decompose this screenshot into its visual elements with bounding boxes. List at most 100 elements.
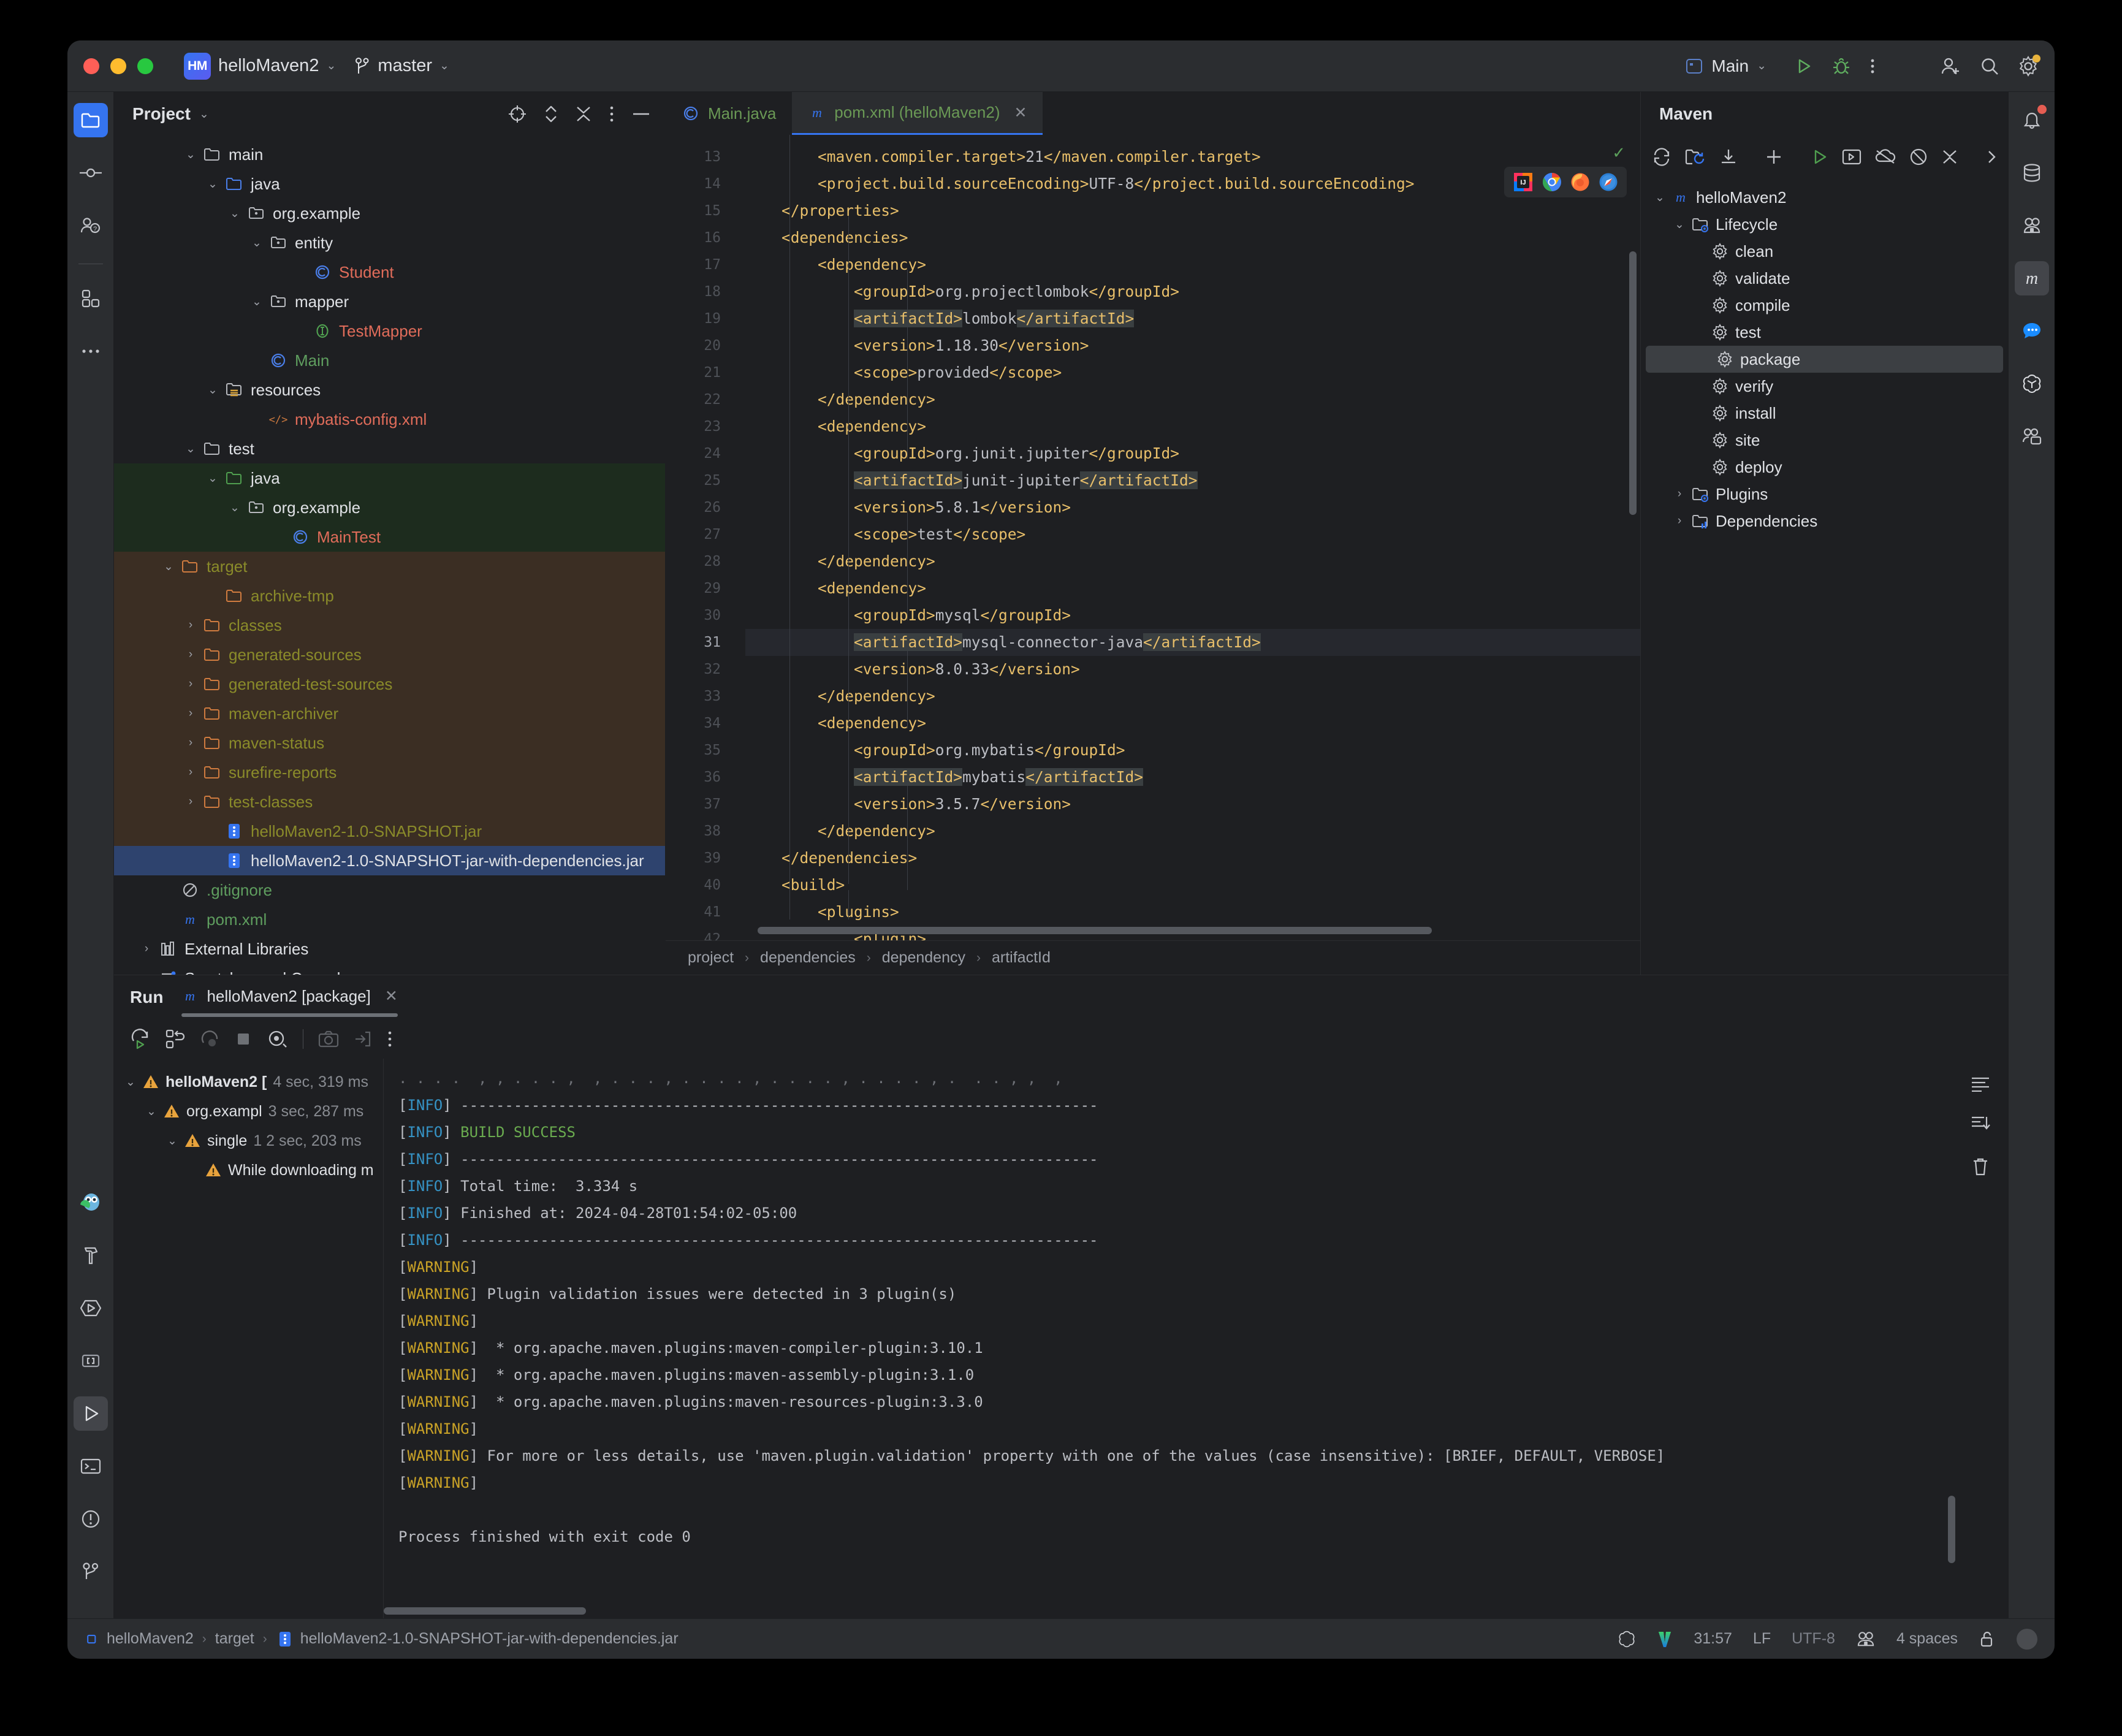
sidebar-item-run-anything[interactable]: [74, 1291, 108, 1325]
add-icon[interactable]: [1765, 148, 1783, 166]
tree-item-resources[interactable]: ⌄ resources: [114, 375, 665, 405]
sidebar-item-chat[interactable]: [2015, 314, 2049, 348]
expand-collapse-icon[interactable]: [544, 104, 558, 124]
sidebar-item-build[interactable]: [74, 1238, 108, 1273]
browser-preview-toolbar[interactable]: IJ: [1504, 167, 1627, 197]
search-icon[interactable]: [1980, 56, 1999, 76]
tree-item-test[interactable]: ⌄ test: [114, 434, 665, 463]
code-line[interactable]: <maven.compiler.target>21</maven.compile…: [745, 143, 1640, 170]
tree-expand-arrow[interactable]: ⌄: [224, 207, 245, 221]
scroll-to-end-icon[interactable]: [1970, 1115, 1991, 1133]
maven-item-deploy[interactable]: deploy: [1641, 454, 2008, 481]
tree-expand-arrow[interactable]: ›: [180, 648, 201, 661]
run-icon[interactable]: [1810, 148, 1828, 166]
tree-item-org-example[interactable]: ⌄ org.example: [114, 493, 665, 522]
sidebar-item-structure[interactable]: [74, 281, 108, 316]
run-expand-arrow[interactable]: ⌄: [162, 1134, 183, 1148]
gear-icon[interactable]: [2018, 54, 2040, 77]
code-line[interactable]: </dependency>: [745, 386, 1640, 413]
reload-icon[interactable]: [1652, 148, 1671, 166]
export-icon[interactable]: [354, 1030, 372, 1048]
tree-expand-arrow[interactable]: ⌄: [180, 148, 201, 162]
add-user-icon[interactable]: [1941, 56, 1961, 76]
run-horizontal-scrollbar[interactable]: [384, 1607, 586, 1615]
editor-horizontal-scrollbar[interactable]: [758, 927, 1432, 934]
sidebar-item-terminal[interactable]: [74, 1449, 108, 1483]
code-line[interactable]: <artifactId>junit-jupiter</artifactId>: [745, 467, 1640, 494]
sidebar-item-go-owl[interactable]: [74, 1186, 108, 1220]
maven-item-compile[interactable]: compile: [1641, 292, 2008, 319]
collapse-all-icon[interactable]: [1941, 148, 1958, 166]
tree-expand-arrow[interactable]: ›: [180, 736, 201, 750]
run-icon[interactable]: [1793, 56, 1813, 76]
tree-item-hellomaven2-1-0-snapshot-jar-with-dependencies-jar[interactable]: helloMaven2-1.0-SNAPSHOT-jar-with-depend…: [114, 846, 665, 875]
run-tree-item[interactable]: While downloading m: [114, 1155, 383, 1185]
tree-item-testmapper[interactable]: TestMapper: [114, 316, 665, 346]
tree-item-gitignore[interactable]: .gitignore: [114, 875, 665, 905]
tree-item-archive-tmp[interactable]: archive-tmp: [114, 581, 665, 611]
sidebar-item-problems[interactable]: [74, 1502, 108, 1536]
wrap-text-icon[interactable]: [1970, 1076, 1991, 1092]
download-sources-icon[interactable]: [1719, 148, 1738, 166]
codewithme-icon[interactable]: [1856, 1631, 1876, 1648]
status-crumb-item[interactable]: helloMaven2-1.0-SNAPSHOT-jar-with-depend…: [276, 1630, 679, 1648]
rerun-icon[interactable]: [130, 1029, 151, 1049]
tree-item-maven-status[interactable]: › maven-status: [114, 728, 665, 758]
maximize-window-button[interactable]: [137, 58, 153, 74]
sidebar-item-ai-assistant[interactable]: [2015, 208, 2049, 243]
tree-expand-arrow[interactable]: ⌄: [246, 236, 267, 250]
breadcrumb-item-dependencies[interactable]: dependencies: [760, 949, 856, 967]
console-vertical-scrollbar[interactable]: [1948, 1496, 1955, 1563]
code-line[interactable]: <dependencies>: [745, 224, 1640, 251]
run-tab-hellomaven2-package[interactable]: m helloMaven2 [package] ✕: [181, 987, 398, 1017]
sidebar-item-collab[interactable]: [2015, 419, 2049, 454]
more-vertical-icon[interactable]: [1869, 56, 1876, 76]
trash-icon[interactable]: [1971, 1157, 1990, 1176]
tree-expand-arrow[interactable]: ›: [180, 707, 201, 720]
tree-expand-arrow[interactable]: ›: [180, 766, 201, 779]
chevron-down-icon[interactable]: ⌄: [199, 107, 209, 121]
tree-item-java[interactable]: ⌄ java: [114, 463, 665, 493]
status-crumb-item[interactable]: target: [215, 1630, 254, 1648]
code-line[interactable]: </dependencies>: [745, 845, 1640, 872]
avatar[interactable]: [2017, 1628, 2037, 1650]
rerun-failed-icon[interactable]: [165, 1029, 185, 1049]
tree-expand-arrow[interactable]: ⌄: [224, 501, 245, 515]
tree-expand-arrow[interactable]: ⌄: [202, 383, 223, 397]
run-tree-item[interactable]: ⌄ org.exampl 3 sec, 287 ms: [114, 1097, 383, 1126]
breadcrumb-item-project[interactable]: project: [688, 949, 734, 967]
run-console[interactable]: . . . . , , . . . , , . . . , . . . . , …: [384, 1059, 1953, 1618]
window-controls[interactable]: [83, 58, 153, 74]
resume-icon[interactable]: [200, 1029, 219, 1049]
maven-item-plugins[interactable]: › Plugins: [1641, 481, 2008, 508]
minimize-window-button[interactable]: [110, 58, 126, 74]
tree-item-maintest[interactable]: MainTest: [114, 522, 665, 552]
code-line[interactable]: </properties>: [745, 197, 1640, 224]
code-line[interactable]: <dependency>: [745, 575, 1640, 602]
sidebar-item-more-tools[interactable]: [74, 334, 108, 368]
tree-expand-arrow[interactable]: ›: [136, 942, 157, 956]
code-line[interactable]: <artifactId>mysql-connector-java</artifa…: [745, 629, 1640, 656]
maven-expand-arrow[interactable]: ›: [1669, 487, 1690, 501]
close-window-button[interactable]: [83, 58, 99, 74]
maven-item-clean[interactable]: clean: [1641, 238, 2008, 265]
options-menu-icon[interactable]: [609, 105, 615, 123]
sidebar-item-git[interactable]: [74, 1555, 108, 1589]
tree-item-entity[interactable]: ⌄ entity: [114, 228, 665, 257]
intellij-idea-icon[interactable]: IJ: [1513, 172, 1534, 192]
code-line[interactable]: <scope>provided</scope>: [745, 359, 1640, 386]
maven-expand-arrow[interactable]: ⌄: [1669, 218, 1690, 232]
code-line[interactable]: <artifactId>mybatis</artifactId>: [745, 764, 1640, 791]
tree-item-hellomaven2-1-0-snapshot-jar[interactable]: helloMaven2-1.0-SNAPSHOT.jar: [114, 817, 665, 846]
tree-item-main[interactable]: ⌄ main: [114, 140, 665, 169]
code-line[interactable]: <dependency>: [745, 710, 1640, 737]
tree-item-surefire-reports[interactable]: › surefire-reports: [114, 758, 665, 787]
skip-tests-icon[interactable]: [1909, 148, 1928, 166]
tree-item-pom-xml[interactable]: m pom.xml: [114, 905, 665, 934]
code-line[interactable]: <dependency>: [745, 413, 1640, 440]
editor-tab-main-java[interactable]: Main.java: [666, 92, 792, 135]
maven-item-test[interactable]: test: [1641, 319, 2008, 346]
tree-item-scratches-and-consoles[interactable]: › Scratches and Consoles: [114, 964, 665, 975]
editor-breadcrumb[interactable]: project › dependencies › dependency › artifact…: [666, 940, 1640, 975]
breadcrumb-item-artifactId[interactable]: artifactId: [992, 949, 1051, 967]
